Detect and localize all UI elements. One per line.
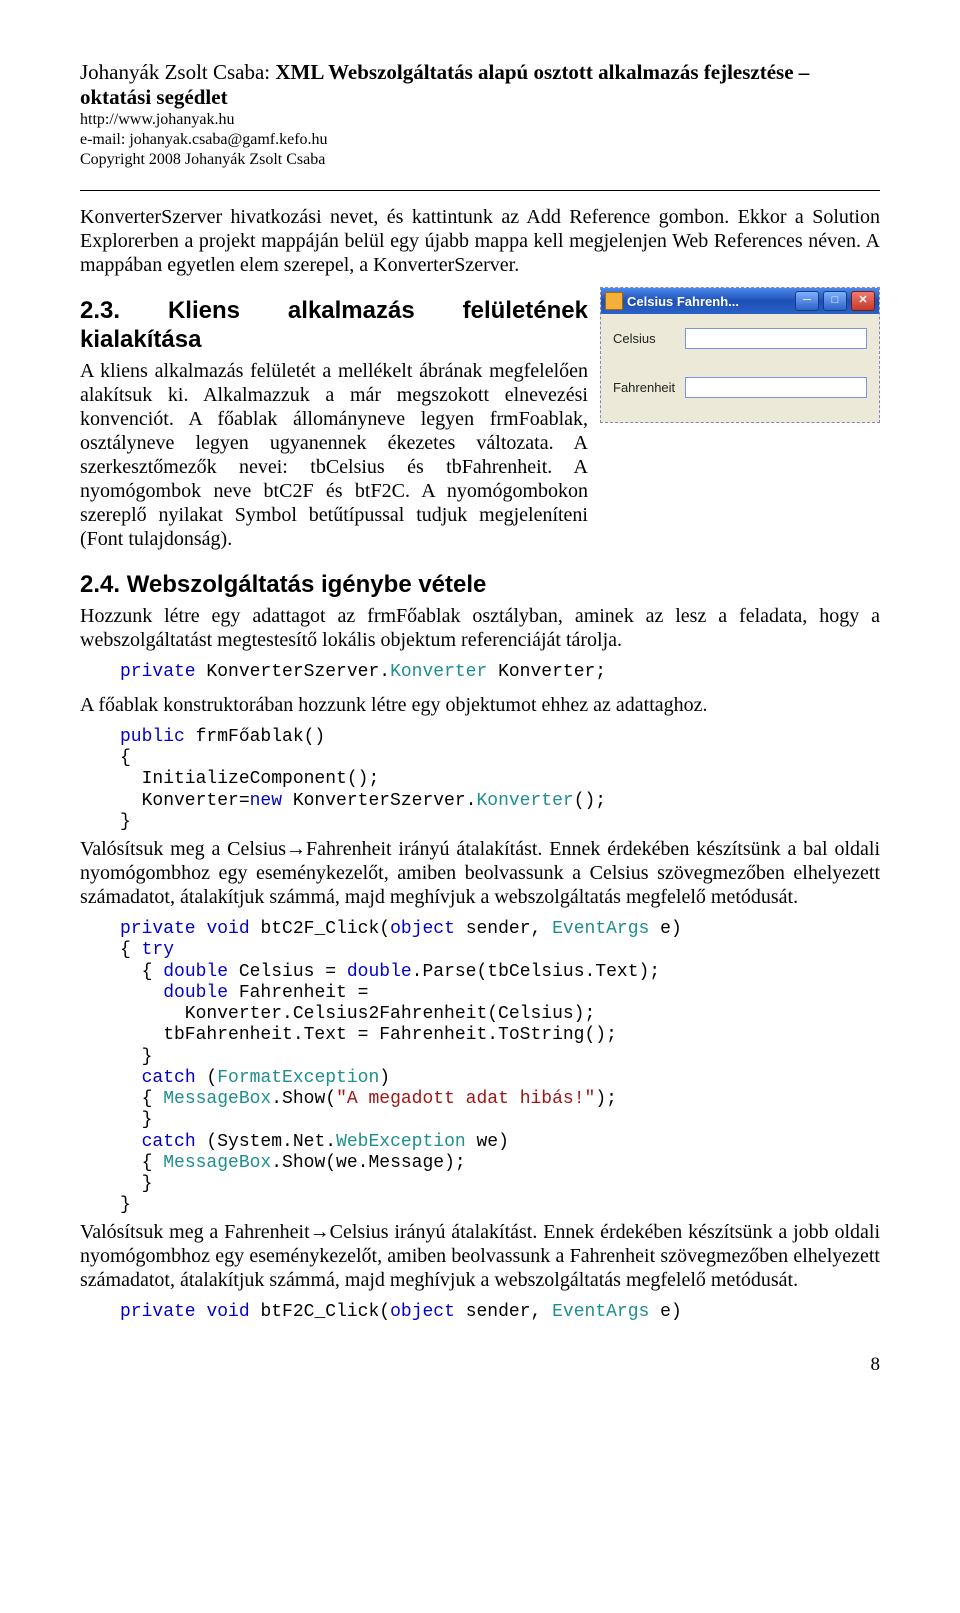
- close-button[interactable]: ✕: [851, 291, 875, 311]
- code-block-1: private KonverterSzerver.Konverter Konve…: [120, 662, 880, 683]
- header-title-1: XML Webszolgáltatás alapú osztott alkalm…: [275, 60, 809, 84]
- window-titlebar: Celsius Fahrenh... ─ □ ✕: [601, 288, 879, 314]
- section-2-3-body: A kliens alkalmazás felületét a mellékel…: [80, 359, 588, 551]
- window-title: Celsius Fahrenh...: [627, 294, 791, 310]
- celsius-input[interactable]: [685, 328, 867, 349]
- intro-paragraph: KonverterSzerver hivatkozási nevet, és k…: [80, 205, 880, 277]
- code-block-4: private void btF2C_Click(object sender, …: [120, 1302, 880, 1323]
- form-screenshot: Celsius Fahrenh... ─ □ ✕ Celsius Fahrenh…: [600, 287, 880, 423]
- fahrenheit-input[interactable]: [685, 377, 867, 398]
- fahrenheit-row: Fahrenheit: [613, 377, 867, 398]
- code-block-2: public frmFőablak() { InitializeComponen…: [120, 727, 880, 833]
- header-divider: [80, 190, 880, 191]
- header-copyright: Copyright 2008 Johanyák Zsolt Csaba: [80, 150, 880, 170]
- document-header: Johanyák Zsolt Csaba: XML Webszolgáltatá…: [80, 60, 880, 170]
- header-subtitle: oktatási segédlet: [80, 85, 880, 110]
- section-2-4-p4: Valósítsuk meg a Fahrenheit→Celsius irán…: [80, 1220, 880, 1292]
- window-body: Celsius Fahrenheit: [601, 314, 879, 422]
- section-2-3-heading: 2.3. Kliens alkalmazás felületének kiala…: [80, 297, 588, 355]
- header-url: http://www.johanyak.hu: [80, 110, 880, 130]
- celsius-label: Celsius: [613, 331, 677, 347]
- code-block-3: private void btC2F_Click(object sender, …: [120, 919, 880, 1216]
- section-2-4-heading: 2.4. Webszolgáltatás igénybe vétele: [80, 571, 880, 600]
- header-title: Johanyák Zsolt Csaba: XML Webszolgáltatá…: [80, 60, 880, 85]
- window-icon: [605, 292, 623, 310]
- celsius-row: Celsius: [613, 328, 867, 349]
- fahrenheit-label: Fahrenheit: [613, 380, 677, 396]
- section-2-4-p3: Valósítsuk meg a Celsius→Fahrenheit irán…: [80, 837, 880, 909]
- section-2-4-p2: A főablak konstruktorában hozzunk létre …: [80, 693, 880, 717]
- page-number: 8: [80, 1354, 880, 1377]
- maximize-button[interactable]: □: [823, 291, 847, 311]
- header-author: Johanyák Zsolt Csaba:: [80, 60, 270, 84]
- minimize-button[interactable]: ─: [795, 291, 819, 311]
- header-email: e-mail: johanyak.csaba@gamf.kefo.hu: [80, 130, 880, 150]
- section-2-4-p1: Hozzunk létre egy adattagot az frmFőabla…: [80, 604, 880, 652]
